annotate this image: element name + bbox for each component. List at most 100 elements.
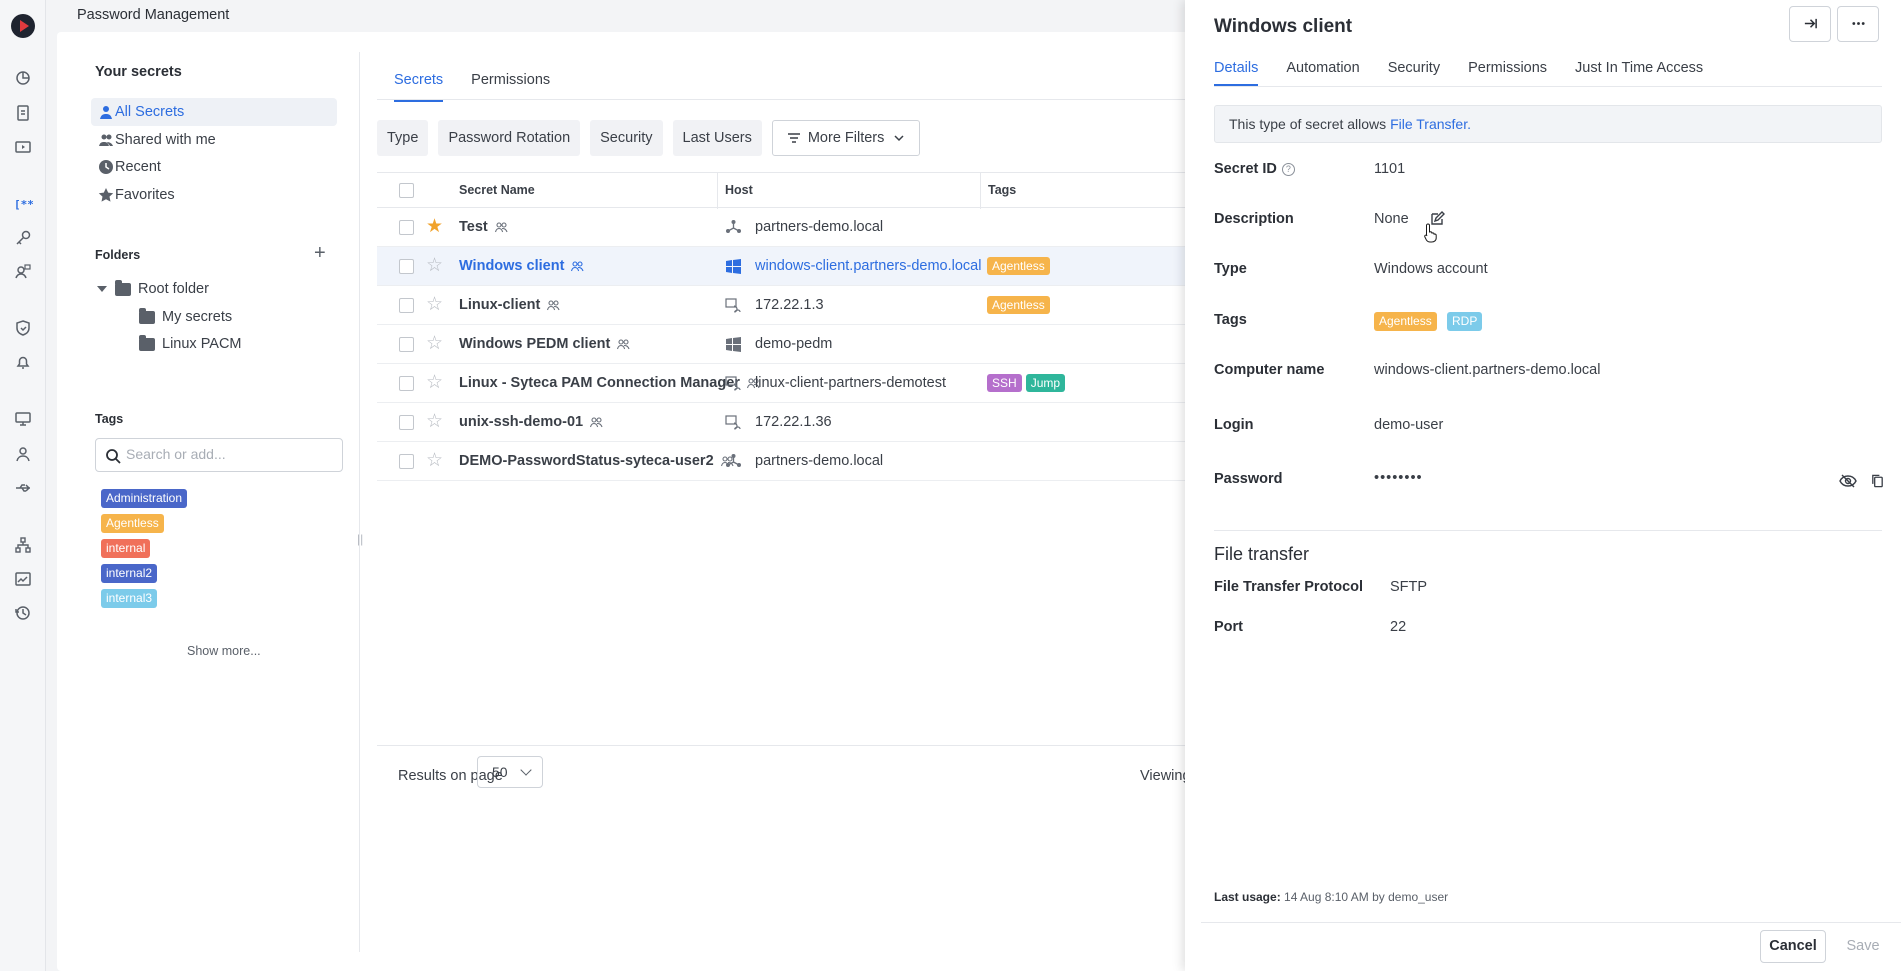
resize-handle[interactable]: ||: [357, 532, 363, 546]
file-transfer-link[interactable]: File Transfer.: [1390, 116, 1471, 132]
tags-label: Tags: [1214, 312, 1247, 328]
sidebar-item-favorites[interactable]: Favorites: [91, 181, 337, 209]
tabs-divider: [377, 99, 1227, 100]
row-tags: Agentless: [987, 296, 1054, 314]
caret-down-icon[interactable]: [97, 286, 107, 292]
secret-name[interactable]: Linux-client: [459, 297, 560, 313]
syteca-logo-icon[interactable]: [11, 14, 35, 38]
column-host[interactable]: Host: [725, 183, 753, 197]
column-secret-name[interactable]: Secret Name: [459, 183, 535, 197]
select-all-checkbox[interactable]: [399, 183, 414, 198]
collapse-panel-button[interactable]: [1789, 6, 1831, 42]
tag-internal3[interactable]: internal3: [101, 589, 158, 608]
tag-agentless[interactable]: Agentless: [1374, 312, 1437, 331]
tag-ssh[interactable]: SSH: [987, 374, 1022, 392]
row-checkbox[interactable]: [399, 337, 414, 352]
tab-security[interactable]: Security: [1388, 60, 1440, 86]
tag-agentless[interactable]: Agentless: [987, 257, 1050, 275]
sidebar-item-all-secrets[interactable]: All Secrets: [91, 98, 337, 126]
secret-name[interactable]: Test: [459, 219, 508, 235]
key-icon[interactable]: [13, 228, 33, 248]
reports-icon[interactable]: [13, 103, 33, 123]
folder-root[interactable]: Root folder: [97, 277, 209, 301]
tab-permissions[interactable]: Permissions: [471, 72, 550, 102]
page-size-select[interactable]: 50: [477, 756, 543, 788]
password-management-icon[interactable]: [**]: [13, 194, 41, 214]
tag-internal2[interactable]: internal2: [101, 564, 158, 583]
hierarchy-icon[interactable]: [13, 535, 33, 555]
password-value: ••••••••: [1374, 470, 1423, 486]
secret-name[interactable]: DEMO-PasswordStatus-syteca-user2: [459, 453, 734, 469]
favorite-star-icon[interactable]: ★: [426, 217, 443, 236]
cancel-button[interactable]: Cancel: [1760, 930, 1826, 963]
table-row[interactable]: ☆ Linux-client 172.22.1.3 Agentless: [377, 286, 1227, 325]
table-row[interactable]: ★ Test partners-demo.local: [377, 208, 1227, 247]
favorite-star-icon[interactable]: ☆: [426, 256, 443, 275]
row-checkbox[interactable]: [399, 298, 414, 313]
folder-linux-pacm[interactable]: Linux PACM: [139, 332, 242, 356]
row-checkbox[interactable]: [399, 220, 414, 235]
more-options-button[interactable]: [1837, 6, 1879, 42]
host-value: 172.22.1.3: [755, 297, 824, 313]
row-checkbox[interactable]: [399, 415, 414, 430]
tab-automation[interactable]: Automation: [1286, 60, 1359, 86]
add-folder-icon[interactable]: +: [314, 242, 326, 265]
favorite-star-icon[interactable]: ☆: [426, 412, 443, 431]
eye-off-icon[interactable]: [1839, 473, 1857, 489]
tab-permissions[interactable]: Permissions: [1468, 60, 1547, 86]
folder-my-secrets[interactable]: My secrets: [139, 305, 232, 329]
row-checkbox[interactable]: [399, 454, 414, 469]
monitor-icon[interactable]: [13, 409, 33, 429]
filter-last-users-button[interactable]: Last Users: [672, 120, 762, 156]
filter-password-rotation-button[interactable]: Password Rotation: [438, 120, 581, 156]
secret-name[interactable]: Windows PEDM client: [459, 336, 630, 352]
show-more-link[interactable]: Show more...: [187, 644, 261, 658]
copy-icon[interactable]: [1870, 473, 1885, 489]
tag-agentless[interactable]: Agentless: [987, 296, 1050, 314]
user-access-icon[interactable]: [13, 262, 33, 282]
tag-agentless[interactable]: Agentless: [101, 514, 164, 533]
tag-administration[interactable]: Administration: [101, 489, 188, 508]
analytics-icon[interactable]: [13, 569, 33, 589]
favorite-star-icon[interactable]: ☆: [426, 295, 443, 314]
favorite-star-icon[interactable]: ☆: [426, 334, 443, 353]
secret-name[interactable]: Linux - Syteca PAM Connection Manager: [459, 375, 760, 391]
tag-jump[interactable]: Jump: [1025, 374, 1066, 392]
tab-secrets[interactable]: Secrets: [394, 72, 444, 102]
tag-internal[interactable]: internal: [101, 539, 151, 558]
table-row[interactable]: ☆ DEMO-PasswordStatus-syteca-user2 partn…: [377, 442, 1227, 481]
history-icon[interactable]: [13, 603, 33, 623]
table-row[interactable]: ☆ unix-ssh-demo-01 172.22.1.36: [377, 403, 1227, 442]
row-checkbox[interactable]: [399, 376, 414, 391]
save-button[interactable]: Save: [1833, 930, 1893, 963]
row-checkbox[interactable]: [399, 259, 414, 274]
bell-icon[interactable]: [13, 352, 33, 372]
help-icon[interactable]: ?: [1281, 163, 1295, 176]
table-row[interactable]: ☆ Linux - Syteca PAM Connection Manager …: [377, 364, 1227, 403]
secret-name[interactable]: unix-ssh-demo-01: [459, 414, 603, 430]
sidebar-item-recent[interactable]: Recent: [91, 153, 337, 181]
password-label: Password: [1214, 471, 1283, 487]
filter-type-button[interactable]: Type: [377, 120, 429, 156]
dashboard-icon[interactable]: [13, 68, 33, 88]
users-icon: [99, 134, 113, 146]
login-value: demo-user: [1374, 417, 1444, 433]
favorite-star-icon[interactable]: ☆: [426, 373, 443, 392]
sidebar-item-shared-with-me[interactable]: Shared with me: [91, 126, 337, 154]
shield-icon[interactable]: [13, 318, 33, 338]
usb-icon[interactable]: [13, 478, 33, 498]
tag-search-field[interactable]: [95, 438, 343, 472]
favorite-star-icon[interactable]: ☆: [426, 451, 443, 470]
tab-just-in-time-access[interactable]: Just In Time Access: [1575, 60, 1703, 86]
sessions-icon[interactable]: [13, 137, 33, 157]
secret-name[interactable]: Windows client: [459, 258, 584, 274]
tab-details[interactable]: Details: [1214, 60, 1259, 86]
more-filters-button[interactable]: More Filters: [771, 120, 921, 156]
person-icon[interactable]: [13, 444, 33, 464]
filter-security-button[interactable]: Security: [590, 120, 663, 156]
table-row[interactable]: ☆ Windows client windows-client.partners…: [377, 247, 1227, 286]
table-row[interactable]: ☆ Windows PEDM client demo-pedm: [377, 325, 1227, 364]
tag-rdp[interactable]: RDP: [1447, 312, 1483, 331]
column-tags[interactable]: Tags: [988, 183, 1016, 197]
tag-search-input[interactable]: [126, 446, 326, 462]
